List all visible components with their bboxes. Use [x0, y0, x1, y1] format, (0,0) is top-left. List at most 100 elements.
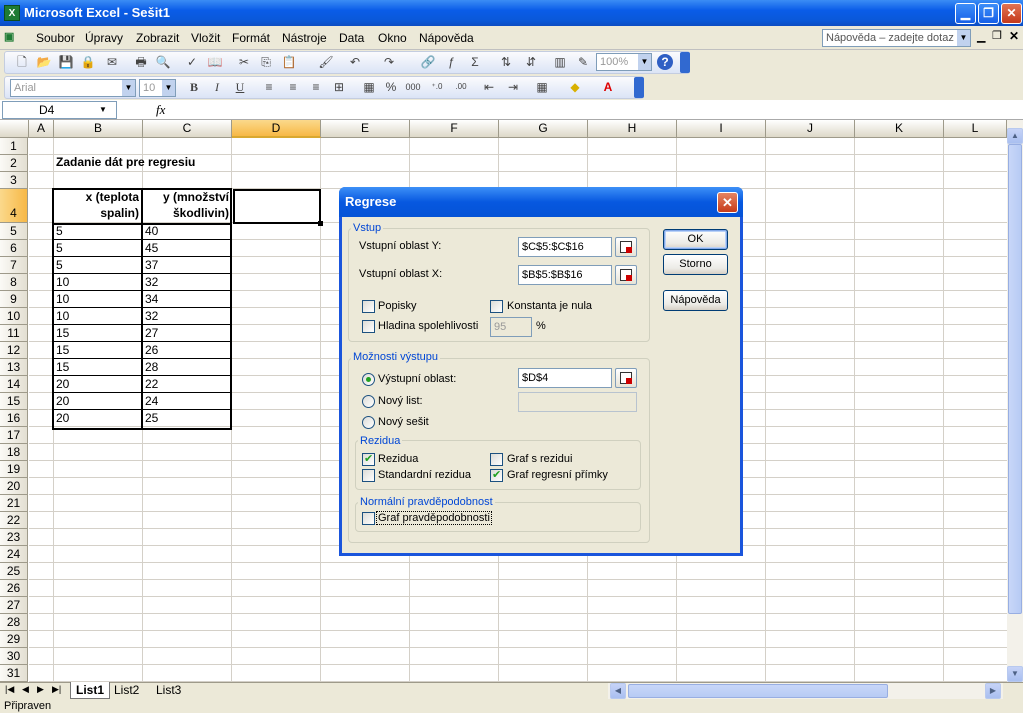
chart-wizard-icon[interactable]: ▥: [552, 54, 568, 70]
permission-icon[interactable]: 🔒: [80, 54, 96, 70]
redo-icon[interactable]: ↷: [381, 54, 397, 70]
row-header[interactable]: 20: [0, 478, 28, 495]
chevron-down-icon[interactable]: ▼: [162, 80, 175, 96]
col-header-l[interactable]: L: [944, 120, 1007, 138]
menu-napoveda[interactable]: Nápověda: [419, 31, 474, 45]
normal-plot-label[interactable]: Graf pravděpodobnosti: [376, 511, 492, 525]
hyperlink-icon[interactable]: 🔗: [420, 54, 436, 70]
sort-desc-icon[interactable]: ⇵: [523, 54, 539, 70]
doc-close-icon[interactable]: ✕: [1009, 29, 1019, 43]
fill-color-icon[interactable]: ◆: [567, 79, 583, 95]
new-icon[interactable]: 🗋: [14, 54, 30, 70]
row-header[interactable]: 5: [0, 223, 28, 240]
new-workbook-label[interactable]: Nový sešit: [378, 416, 429, 428]
cell-x[interactable]: 5: [56, 224, 63, 238]
normal-plot-checkbox[interactable]: [362, 512, 375, 525]
doc-minimize-icon[interactable]: ▁: [977, 30, 985, 43]
minimize-button[interactable]: ▁: [955, 3, 976, 24]
input-y-field[interactable]: $C$5:$C$16: [518, 237, 612, 257]
cell-y[interactable]: 26: [145, 343, 158, 357]
header-x-line2[interactable]: spalin): [56, 206, 139, 220]
scroll-left-icon[interactable]: ◀: [610, 683, 626, 699]
scroll-thumb[interactable]: [1008, 144, 1022, 614]
col-header-e[interactable]: E: [321, 120, 410, 138]
output-range-label[interactable]: Výstupní oblast:: [378, 373, 456, 385]
row-header[interactable]: 18: [0, 444, 28, 461]
scroll-right-icon[interactable]: ▶: [985, 683, 1001, 699]
cell-y[interactable]: 34: [145, 292, 158, 306]
row-header[interactable]: 23: [0, 529, 28, 546]
sheet-heading[interactable]: Zadanie dát pre regresiu: [56, 155, 195, 169]
row-header[interactable]: 29: [0, 631, 28, 648]
font-size-select[interactable]: 10 ▼: [139, 79, 176, 97]
increase-decimal-icon[interactable]: ⁺.0: [429, 79, 445, 95]
cell-x[interactable]: 5: [56, 258, 63, 272]
labels-label[interactable]: Popisky: [378, 300, 417, 312]
cell-y[interactable]: 28: [145, 360, 158, 374]
chevron-down-icon[interactable]: ▼: [638, 54, 651, 70]
drawing-icon[interactable]: ✎: [575, 54, 591, 70]
header-x-line1[interactable]: x (teplota: [56, 190, 139, 204]
cell-y[interactable]: 32: [145, 275, 158, 289]
row-header[interactable]: 12: [0, 342, 28, 359]
cut-icon[interactable]: ✂: [236, 54, 252, 70]
row-header[interactable]: 11: [0, 325, 28, 342]
spelling-icon[interactable]: ✓: [184, 54, 200, 70]
decrease-decimal-icon[interactable]: .00: [453, 79, 469, 95]
decrease-indent-icon[interactable]: ⇤: [481, 79, 497, 95]
confidence-field[interactable]: 95: [490, 317, 532, 337]
cell-x[interactable]: 15: [56, 326, 69, 340]
ok-button[interactable]: OK: [663, 229, 728, 250]
row-header[interactable]: 24: [0, 546, 28, 563]
row-header[interactable]: 1: [0, 138, 28, 155]
residual-plot-checkbox[interactable]: [490, 453, 503, 466]
chevron-down-icon[interactable]: ▼: [957, 30, 970, 46]
cell-x[interactable]: 20: [56, 377, 69, 391]
underline-icon[interactable]: U: [232, 79, 248, 95]
help-button[interactable]: Nápověda: [663, 290, 728, 311]
prev-sheet-icon[interactable]: ◀: [22, 684, 29, 695]
cell-y[interactable]: 37: [145, 258, 158, 272]
cell-y[interactable]: 45: [145, 241, 158, 255]
zoom-select[interactable]: 100% ▼: [596, 53, 652, 71]
doc-restore-icon[interactable]: ❐: [992, 29, 1002, 42]
collapse-dialog-icon[interactable]: [615, 265, 637, 285]
vertical-scrollbar[interactable]: ▲ ▼: [1007, 120, 1023, 682]
constant-zero-checkbox[interactable]: [490, 300, 503, 313]
bold-icon[interactable]: B: [186, 79, 202, 95]
cell-y[interactable]: 40: [145, 224, 158, 238]
increase-indent-icon[interactable]: ⇥: [505, 79, 521, 95]
toolbar-options-icon[interactable]: [680, 52, 690, 73]
help-icon[interactable]: ?: [657, 54, 673, 70]
col-header-a[interactable]: A: [29, 120, 54, 138]
col-header-c[interactable]: C: [143, 120, 232, 138]
dialog-close-button[interactable]: ✕: [717, 192, 738, 213]
select-all-corner[interactable]: [0, 120, 29, 138]
cell-y[interactable]: 22: [145, 377, 158, 391]
align-left-icon[interactable]: ≡: [261, 79, 277, 95]
output-range-field[interactable]: $D$4: [518, 368, 612, 388]
scroll-up-icon[interactable]: ▲: [1007, 128, 1023, 144]
row-header[interactable]: 9: [0, 291, 28, 308]
std-residuals-checkbox[interactable]: [362, 469, 375, 482]
cell-y[interactable]: 24: [145, 394, 158, 408]
tab-list3[interactable]: List3: [156, 683, 181, 697]
horizontal-scrollbar[interactable]: ◀ ▶: [608, 683, 1003, 699]
row-header[interactable]: 13: [0, 359, 28, 376]
help-search-input[interactable]: Nápověda – zadejte dotaz ▼: [822, 29, 971, 47]
line-fit-label[interactable]: Graf regresní přímky: [507, 469, 608, 481]
cancel-button[interactable]: Storno: [663, 254, 728, 275]
collapse-dialog-icon[interactable]: [615, 368, 637, 388]
italic-icon[interactable]: I: [209, 79, 225, 95]
cell-x[interactable]: 20: [56, 394, 69, 408]
cell-x[interactable]: 15: [56, 360, 69, 374]
col-header-j[interactable]: J: [766, 120, 855, 138]
first-sheet-icon[interactable]: |◀: [5, 684, 14, 695]
row-header[interactable]: 25: [0, 563, 28, 580]
row-header[interactable]: 7: [0, 257, 28, 274]
col-header-f[interactable]: F: [410, 120, 499, 138]
workbook-icon[interactable]: ▣: [4, 30, 28, 46]
collapse-dialog-icon[interactable]: [615, 237, 637, 257]
col-header-b[interactable]: B: [54, 120, 143, 138]
row-header[interactable]: 15: [0, 393, 28, 410]
